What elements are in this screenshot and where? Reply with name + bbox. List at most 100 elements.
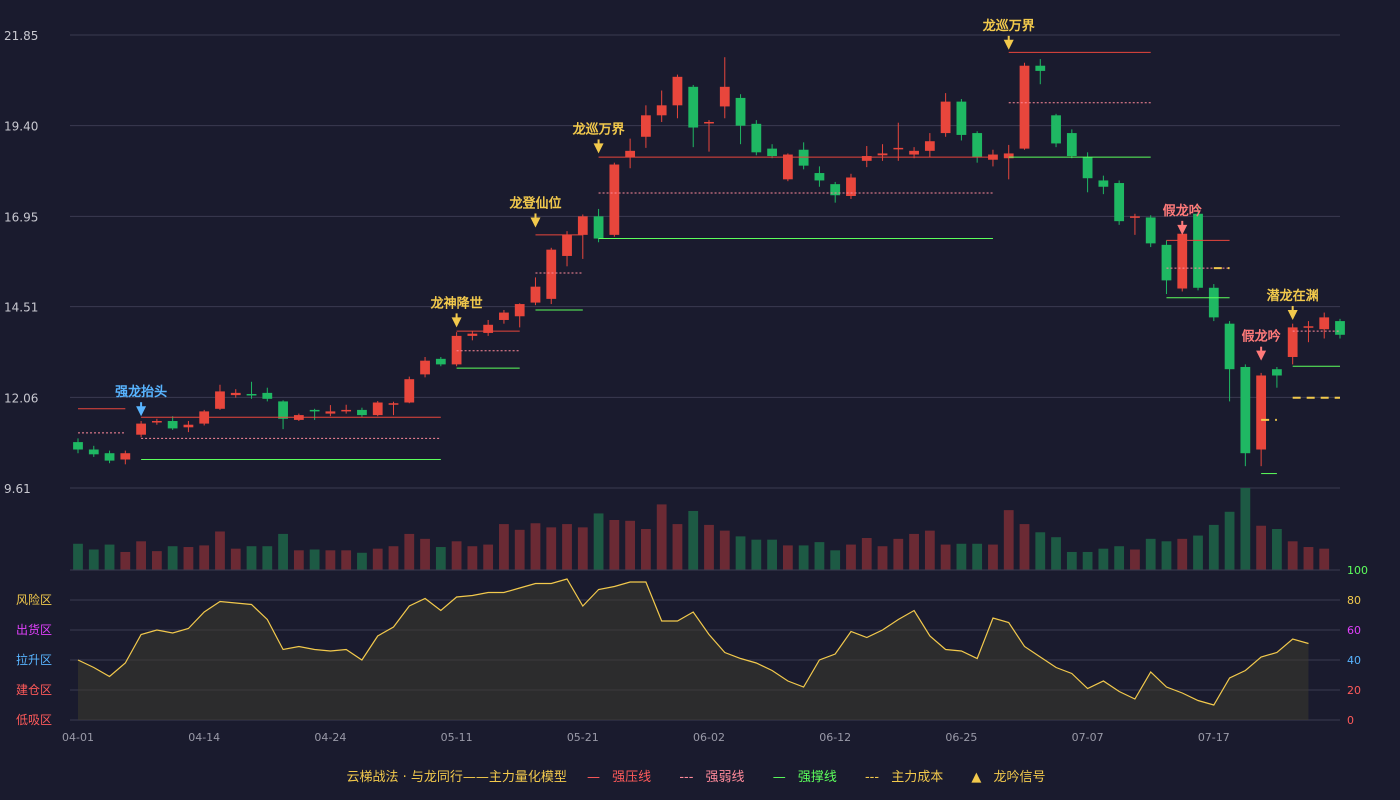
volume-bar: [593, 513, 604, 570]
volume-bar: [782, 545, 793, 570]
x-tick-label: 04-24: [314, 731, 346, 744]
legend-cost: --- 主力成本: [864, 770, 944, 785]
volume-bar: [940, 544, 951, 570]
candle: [404, 379, 415, 403]
volume-bar: [1272, 529, 1282, 570]
volume-bar: [846, 544, 856, 570]
candle: [1224, 323, 1235, 370]
osc-right-tick: 40: [1347, 654, 1361, 667]
volume-bar: [451, 541, 462, 570]
candle: [1098, 180, 1109, 187]
volume-bar: [562, 524, 572, 570]
volume-bar: [1303, 547, 1314, 570]
price-tick-label: 16.95: [4, 210, 38, 224]
x-tick-label: 06-02: [693, 731, 725, 744]
volume-bar: [767, 539, 777, 570]
candle: [451, 335, 462, 365]
candle: [767, 148, 777, 157]
volume-bar: [751, 539, 762, 570]
candle: [1161, 244, 1172, 281]
osc-zone-label: 拉升区: [16, 652, 52, 667]
candle: [167, 421, 178, 429]
volume-bar: [577, 527, 588, 570]
volume-bar: [909, 533, 919, 570]
candle: [719, 86, 730, 107]
candle: [1019, 65, 1030, 149]
x-tick-label: 07-17: [1198, 731, 1230, 744]
candle: [278, 401, 288, 419]
volume-bar: [1082, 551, 1093, 570]
candle: [1256, 375, 1267, 450]
volume-bar: [483, 544, 494, 570]
volume-bar: [1066, 551, 1077, 570]
candle: [1066, 133, 1077, 157]
x-tick-label: 05-11: [441, 731, 473, 744]
volume-bar: [404, 533, 415, 570]
volume-bar: [1177, 538, 1188, 570]
signal-label: 假龙吟: [1242, 329, 1281, 345]
volume-bar: [1145, 538, 1156, 570]
volume-bar: [719, 530, 730, 570]
legend: 云梯战法 · 与龙同行——主力量化模型 — 强压线 --- 强弱线 — 强撑线 …: [0, 766, 1400, 785]
volume-bar: [1319, 548, 1330, 570]
candle: [593, 216, 604, 239]
volume-bar: [309, 549, 320, 570]
volume-bar: [73, 543, 83, 570]
candle: [1287, 327, 1298, 357]
candle: [956, 101, 967, 135]
candle: [420, 360, 430, 375]
volume-bar: [1193, 535, 1203, 570]
candle: [814, 173, 825, 181]
candle: [73, 442, 83, 450]
volume-bar: [704, 524, 714, 570]
candle: [1208, 287, 1219, 318]
x-tick-label: 07-07: [1072, 731, 1104, 744]
candle: [1335, 321, 1345, 335]
volume-bar: [1287, 541, 1298, 570]
volume-bar: [861, 538, 872, 570]
candle: [656, 105, 667, 116]
candle: [372, 402, 383, 416]
volume-bar: [1035, 532, 1046, 570]
candle: [215, 391, 225, 409]
x-tick-label: 05-21: [567, 731, 599, 744]
x-tick-label: 06-12: [819, 731, 851, 744]
candle: [972, 133, 983, 158]
candle: [1051, 115, 1061, 144]
candle: [309, 409, 320, 412]
candle: [357, 409, 367, 416]
candle: [1035, 65, 1046, 71]
legend-strong-pressure: — 强压线: [587, 770, 652, 785]
candle: [1145, 217, 1156, 244]
volume-bar: [499, 524, 509, 570]
signal-label: 龙神降世: [431, 295, 483, 311]
volume-bar: [877, 546, 888, 570]
signal-label: 龙巡万界: [983, 18, 1035, 34]
chart-container: 21.85 19.40 16.95 14.51 12.06 9.61 强龙抬头 龙神降世 龙登仙…: [0, 0, 1400, 800]
volume-bar: [104, 544, 115, 570]
volume-bar: [388, 546, 399, 570]
volume-bar: [530, 523, 541, 570]
candle: [1193, 213, 1203, 288]
osc-right-tick: 100: [1347, 564, 1368, 577]
volume-bar: [924, 530, 935, 570]
signal-label: 潜龙在渊: [1267, 288, 1319, 304]
legend-signal: ▲ 龙吟信号: [971, 770, 1046, 785]
legend-weak-line: --- 强弱线: [679, 770, 745, 785]
candle: [641, 115, 651, 137]
volume-bar: [372, 548, 383, 570]
osc-right-tick: 20: [1347, 684, 1361, 697]
x-tick-label: 04-14: [188, 731, 220, 744]
osc-zone-label: 出货区: [16, 622, 52, 637]
price-tick-label: 19.40: [4, 120, 38, 134]
volume-bar: [120, 551, 131, 570]
price-tick-label: 14.51: [4, 301, 38, 315]
candle: [104, 453, 115, 461]
volume-bar: [151, 551, 162, 570]
candle: [483, 324, 494, 333]
candle: [1177, 233, 1188, 289]
volume-bar: [325, 550, 336, 570]
candle: [1319, 317, 1330, 330]
candle: [1240, 366, 1251, 454]
candle: [1082, 157, 1093, 179]
